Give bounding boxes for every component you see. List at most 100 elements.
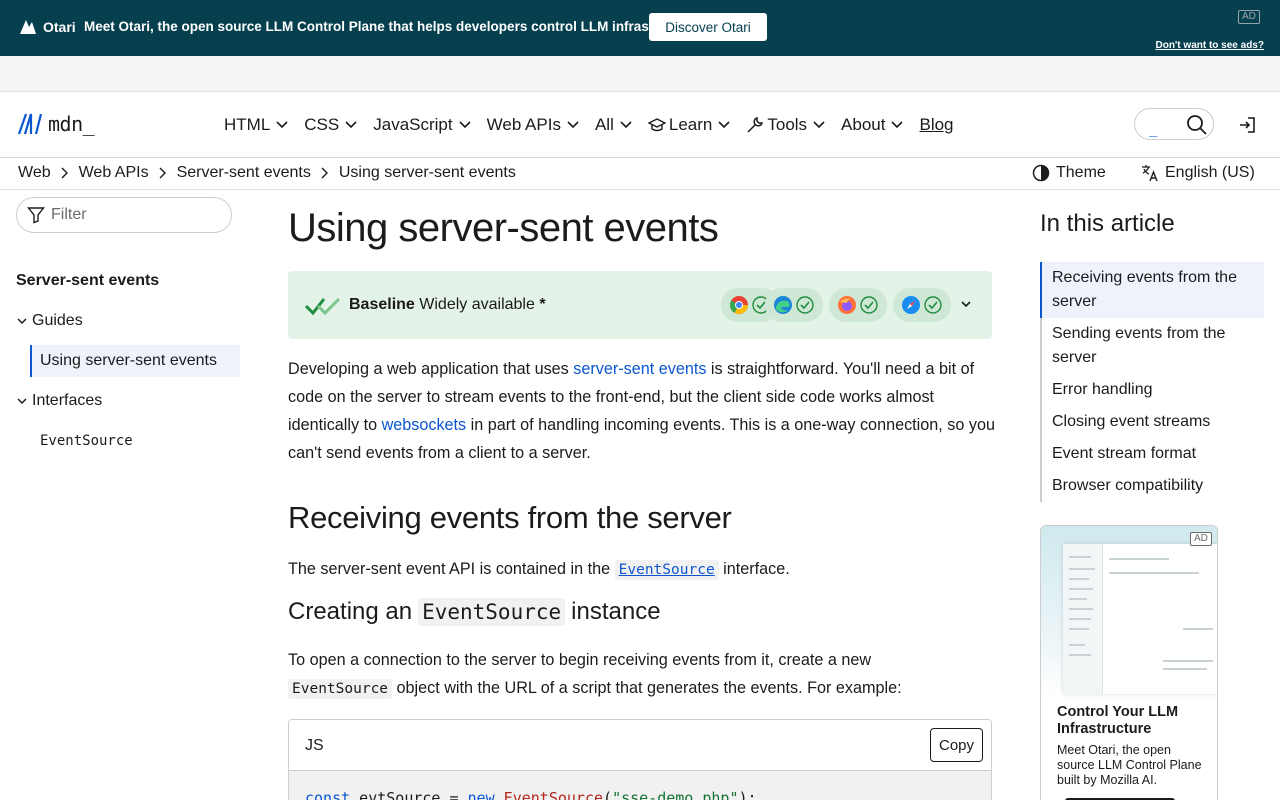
otari-logo[interactable]: Otari xyxy=(18,18,76,36)
server-sent-events-link[interactable]: server-sent events xyxy=(573,360,706,378)
toc-item-sending-events[interactable]: Sending events from the server xyxy=(1042,318,1264,374)
section-heading-creating-eventsource: Creating an EventSource instance xyxy=(288,598,661,626)
nav-all[interactable]: All xyxy=(595,115,632,135)
toc-title: In this article xyxy=(1040,210,1175,237)
browser-safari-support xyxy=(893,288,951,322)
language-label: English (US) xyxy=(1165,164,1255,181)
nav-html[interactable]: HTML xyxy=(224,115,288,135)
copy-button[interactable]: Copy xyxy=(930,728,983,762)
code-line: const evtSource = new EventSource("sse-d… xyxy=(289,771,991,800)
nav-blog-link[interactable]: Blog xyxy=(919,115,953,135)
search-input[interactable]: _ xyxy=(1134,108,1214,140)
nav-css[interactable]: CSS xyxy=(304,115,357,135)
chevron-right-icon xyxy=(159,167,166,179)
toc-item-closing-event-streams[interactable]: Closing event streams xyxy=(1042,406,1264,438)
breadcrumb-current[interactable]: Using server-sent events xyxy=(339,164,516,182)
discover-otari-button[interactable]: Discover Otari xyxy=(649,13,767,41)
sidebar-title[interactable]: Server-sent events xyxy=(16,272,159,290)
sidebar-item-using-server-sent-events[interactable]: Using server-sent events xyxy=(30,345,240,377)
otari-brand-text: Otari xyxy=(43,19,76,35)
theme-label: Theme xyxy=(1056,164,1106,181)
nav-learn-label: Learn xyxy=(668,115,713,134)
chevron-down-icon xyxy=(813,121,825,129)
mockup-line xyxy=(1069,598,1087,600)
baseline-check-icon xyxy=(304,297,341,316)
nav-web-apis[interactable]: Web APIs xyxy=(487,115,579,135)
baseline-banner: Baseline Widely available * xyxy=(288,271,992,339)
browser-edge-support xyxy=(765,288,823,322)
section-heading-receiving: Receiving events from the server xyxy=(288,500,732,535)
sidebar-group-guides[interactable]: Guides xyxy=(16,312,83,330)
mdn-logo[interactable]: mdn_ xyxy=(18,112,95,136)
mockup-line xyxy=(1069,618,1091,620)
eventsource-code: EventSource xyxy=(288,679,393,699)
ad-optout-link[interactable]: Don't want to see ads? xyxy=(1155,40,1264,51)
otari-logo-icon xyxy=(20,20,36,34)
page-title: Using server-sent events xyxy=(288,206,719,250)
chevron-down-icon xyxy=(276,121,288,129)
baseline-label: Baseline xyxy=(349,296,415,313)
chevron-down-icon xyxy=(17,398,27,405)
filter-icon xyxy=(27,207,45,224)
mockup-line xyxy=(1069,568,1095,570)
eventsource-code: EventSource xyxy=(418,598,566,626)
toc-item-event-stream-format[interactable]: Event stream format xyxy=(1042,438,1264,470)
language-switcher[interactable]: English (US) xyxy=(1141,164,1255,182)
chevron-down-icon xyxy=(17,318,27,325)
intro-paragraph: Developing a web application that uses s… xyxy=(288,360,995,462)
chrome-icon xyxy=(729,296,748,315)
top-ad-banner: Otari Meet Otari, the open source LLM Co… xyxy=(0,0,1280,56)
ad-dashboard-mockup xyxy=(1063,544,1217,694)
toc-item-error-handling[interactable]: Error handling xyxy=(1042,374,1264,406)
code-example-header: JS Copy xyxy=(289,720,991,771)
ad-product-image: AD xyxy=(1041,526,1217,696)
baseline-asterisk: * xyxy=(539,296,546,313)
breadcrumb-divider xyxy=(0,189,1280,190)
chevron-down-icon xyxy=(459,121,471,129)
nav-web-apis-label: Web APIs xyxy=(486,115,561,134)
breadcrumb-server-sent-events[interactable]: Server-sent events xyxy=(177,164,311,182)
chevron-down-icon xyxy=(718,121,730,129)
breadcrumb-web-apis[interactable]: Web APIs xyxy=(79,164,149,182)
sidebar-ad[interactable]: AD Control Your LLM Infrastructure Meet … xyxy=(1040,525,1218,800)
toc-item-browser-compatibility[interactable]: Browser compatibility xyxy=(1042,470,1264,502)
safari-icon xyxy=(902,296,920,314)
eventsource-link[interactable]: EventSource xyxy=(614,560,719,580)
baseline-expand-chevron-icon[interactable] xyxy=(960,301,972,309)
nav-learn[interactable]: Learn xyxy=(647,115,730,135)
sidebar-ad-label: AD xyxy=(1190,532,1212,546)
search-icon[interactable] xyxy=(1186,114,1208,136)
chevron-right-icon xyxy=(321,167,328,179)
websockets-link[interactable]: websockets xyxy=(382,416,467,434)
nav-tools[interactable]: Tools xyxy=(746,115,825,135)
sidebar-item-eventsource[interactable]: EventSource xyxy=(40,433,133,449)
filter-placeholder: Filter xyxy=(51,206,87,223)
baseline-text: Baseline Widely available * xyxy=(349,296,546,314)
nav-javascript[interactable]: JavaScript xyxy=(373,115,471,135)
mockup-line xyxy=(1069,556,1091,558)
chevron-right-icon xyxy=(61,167,68,179)
breadcrumb: Web Web APIs Server-sent events Using se… xyxy=(18,164,516,182)
baseline-status: Widely available xyxy=(419,296,535,313)
wrench-icon xyxy=(747,116,764,133)
theme-icon xyxy=(1032,164,1050,182)
browser-firefox-support xyxy=(829,288,887,322)
check-icon xyxy=(860,296,878,314)
sidebar-group-interfaces-label: Interfaces xyxy=(32,392,103,409)
sidebar-group-guides-label: Guides xyxy=(32,312,83,329)
mockup-line xyxy=(1069,578,1089,580)
nav-javascript-label: JavaScript xyxy=(373,115,453,134)
site-header: mdn_ HTML CSS JavaScript Web APIs All Le… xyxy=(0,92,1280,158)
chevron-down-icon xyxy=(620,121,632,129)
mockup-line xyxy=(1109,558,1169,560)
open-connection-paragraph: To open a connection to the server to be… xyxy=(288,651,902,699)
toc-item-receiving-events[interactable]: Receiving events from the server xyxy=(1040,262,1264,318)
edge-icon xyxy=(774,296,792,314)
login-icon[interactable] xyxy=(1238,116,1256,134)
nav-about-label: About xyxy=(841,115,886,134)
nav-about[interactable]: About xyxy=(841,115,904,135)
sidebar-group-interfaces[interactable]: Interfaces xyxy=(16,392,102,410)
theme-switcher[interactable]: Theme xyxy=(1032,164,1106,182)
breadcrumb-web[interactable]: Web xyxy=(18,164,51,182)
sidebar-filter-input[interactable]: Filter xyxy=(16,197,232,233)
